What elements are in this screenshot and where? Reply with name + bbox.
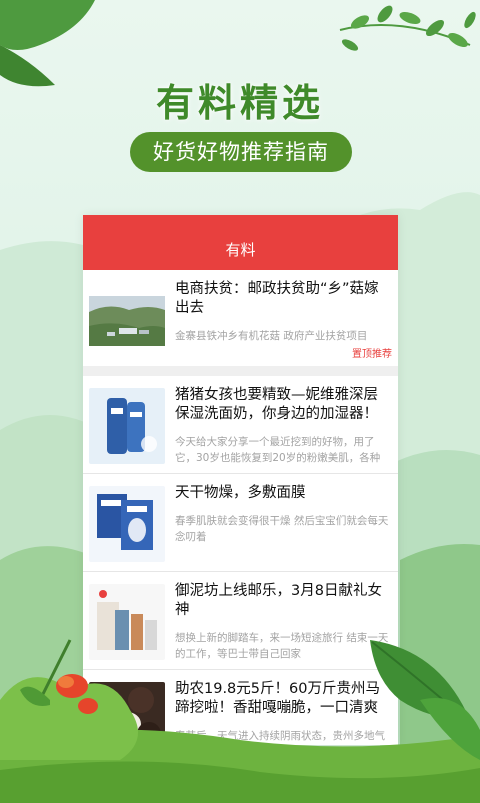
article-desc: 今天给大家分享一个最近挖到的好物，用了它，30岁也能恢复到20岁的粉嫩美肌，各种… (175, 436, 381, 464)
cosmetics-set-product-photo (89, 584, 165, 660)
subtitle-pill: 好货好物推荐指南 (130, 132, 352, 172)
water-chestnut-photo (89, 682, 165, 745)
article-item[interactable]: 电商扶贫：邮政扶贫助“乡”菇嫁出去 金寨县铁冲乡有机花菇 政府产业扶贫项目 置顶… (83, 270, 398, 366)
facial-cleanser-product-photo (89, 388, 165, 464)
article-title: 御泥坊上线邮乐，3月8日献礼女神 (175, 583, 382, 618)
article-item[interactable]: 猪猪女孩也要精致—妮维雅深层保湿洗面奶，你身边的加湿器！ 今天给大家分享一个最近… (83, 376, 398, 474)
app-header: 有料 (83, 215, 398, 270)
article-desc: 春季肌肤就会变得很干燥 然后宝宝们就会每天念叨着 (175, 515, 389, 543)
article-item[interactable]: 天干物燥，多敷面膜 春季肌肤就会变得很干燥 然后宝宝们就会每天念叨着 (83, 474, 398, 572)
article-item[interactable]: 御泥坊上线邮乐，3月8日献礼女神 想换上新的脚踏车，来一场短途旅行 结束一天的工… (83, 572, 398, 670)
pinned-badge: 置顶推荐 (352, 349, 392, 360)
face-mask-product-photo (89, 486, 165, 562)
aerial-farm-photo (89, 282, 165, 358)
article-desc: 想换上新的脚踏车，来一场短途旅行 结束一天的工作，等巴士带自己回家 (175, 632, 389, 660)
article-item[interactable]: 助农19.8元5斤！60万斤贵州马蹄挖啦！香甜嘎嘣脆，一口清爽 春节后，天气进入… (83, 670, 398, 745)
article-title: 猪猪女孩也要精致—妮维雅深层保湿洗面奶，你身边的加湿器！ (175, 387, 378, 422)
article-title: 天干物燥，多敷面膜 (175, 485, 306, 501)
headline: 有料精选 (155, 81, 324, 125)
article-title: 电商扶贫：邮政扶贫助“乡”菇嫁出去 (175, 281, 379, 316)
article-desc: 春节后，天气进入持续阴雨状态，贵州多地气温... (175, 730, 385, 742)
article-desc: 金寨县铁冲乡有机花菇 政府产业扶贫项目 (175, 330, 368, 342)
article-title: 助农19.8元5斤！60万斤贵州马蹄挖啦！香甜嘎嘣脆，一口清爽 (175, 681, 380, 716)
app-preview: 有料 电商扶贫：邮政扶贫助“乡”菇嫁出去 金寨县铁冲乡有机花菇 政府产业扶贫项目… (83, 215, 398, 745)
